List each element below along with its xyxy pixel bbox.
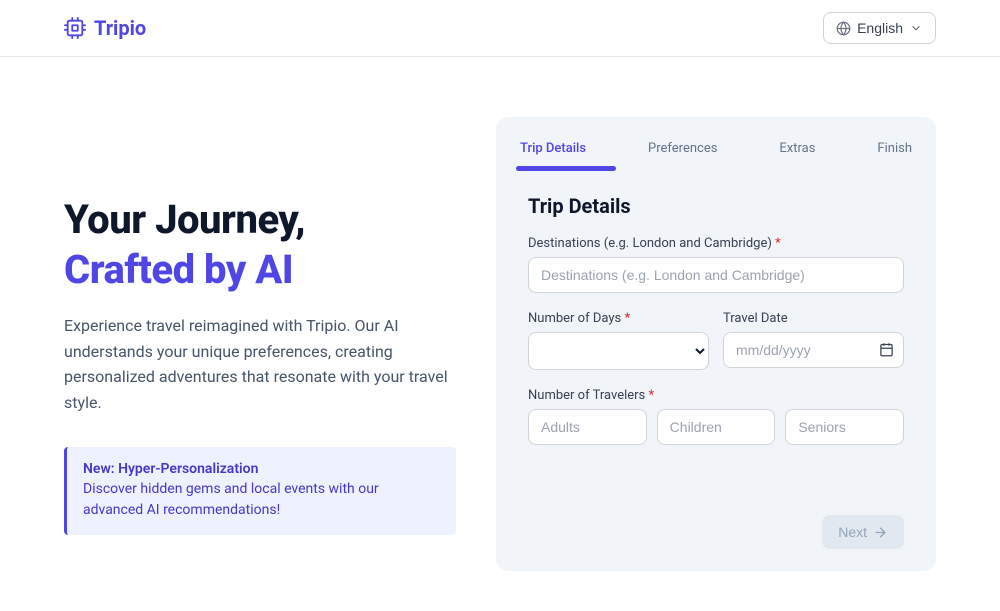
tab-preferences[interactable]: Preferences xyxy=(648,137,717,160)
destinations-label: Destinations (e.g. London and Cambridge)… xyxy=(528,236,904,251)
arrow-right-icon xyxy=(873,525,888,540)
adults-input[interactable] xyxy=(528,409,647,445)
globe-icon xyxy=(836,21,851,36)
tab-extras[interactable]: Extras xyxy=(779,137,815,160)
wizard-card: Trip Details Preferences Extras Finish T… xyxy=(496,117,936,571)
tab-trip-details[interactable]: Trip Details xyxy=(520,137,586,160)
feature-callout: New: Hyper-Personalization Discover hidd… xyxy=(64,447,456,535)
hero-headline-1: Your Journey, xyxy=(64,197,456,243)
calendar-icon xyxy=(879,342,894,357)
brand-name: Tripio xyxy=(94,16,146,40)
next-button[interactable]: Next xyxy=(822,515,904,549)
brand-logo: Tripio xyxy=(64,16,146,40)
days-label: Number of Days * xyxy=(528,311,709,326)
children-input[interactable] xyxy=(657,409,776,445)
hero-headline-2: Crafted by AI xyxy=(64,247,456,293)
progress-fill xyxy=(516,166,616,171)
date-label: Travel Date xyxy=(723,311,904,326)
cpu-icon xyxy=(64,17,86,39)
language-label: English xyxy=(857,20,903,36)
language-selector[interactable]: English xyxy=(823,12,936,44)
section-title: Trip Details xyxy=(528,194,904,218)
destinations-input[interactable] xyxy=(528,257,904,293)
travelers-label: Number of Travelers * xyxy=(528,388,904,403)
days-select[interactable] xyxy=(528,332,709,370)
seniors-input[interactable] xyxy=(785,409,904,445)
callout-body: Discover hidden gems and local events wi… xyxy=(83,479,440,521)
callout-title: New: Hyper-Personalization xyxy=(83,461,440,477)
travel-date-input[interactable] xyxy=(723,332,904,368)
progress-track xyxy=(516,166,916,170)
tab-finish[interactable]: Finish xyxy=(877,137,912,160)
chevron-down-icon xyxy=(909,21,923,35)
hero-subtext: Experience travel reimagined with Tripio… xyxy=(64,313,456,415)
next-label: Next xyxy=(838,524,867,540)
